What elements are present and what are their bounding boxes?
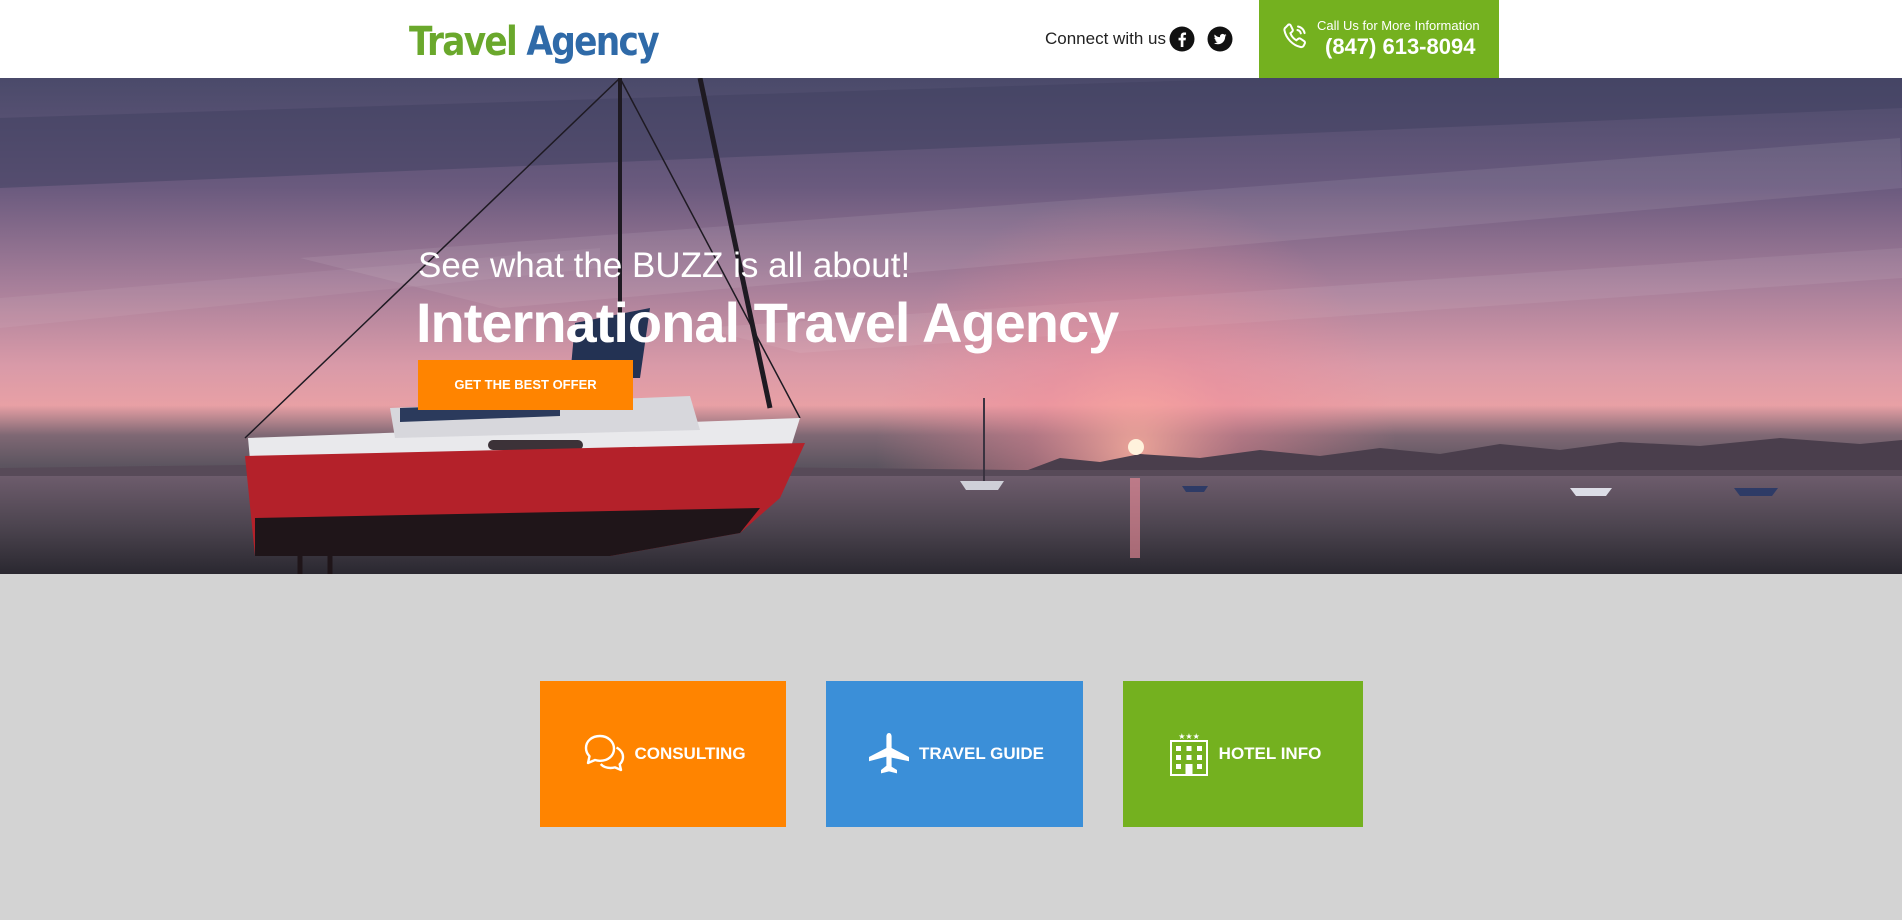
connect-with-us-label: Connect with us bbox=[1045, 29, 1166, 48]
travel-guide-tile[interactable]: TRAVEL GUIDE bbox=[826, 681, 1083, 827]
hero-subtitle: See what the BUZZ is all about! bbox=[418, 246, 911, 285]
call-us-box[interactable]: Call Us for More Information (847) 613-8… bbox=[1259, 0, 1499, 78]
svg-text:★★★: ★★★ bbox=[1178, 732, 1200, 741]
hotel-info-tile[interactable]: ★★★ HOTEL INFO bbox=[1123, 681, 1363, 827]
hotel-building-icon: ★★★ bbox=[1169, 732, 1208, 776]
chat-bubbles-icon bbox=[585, 734, 625, 772]
hotel-info-label: HOTEL INFO bbox=[1218, 744, 1322, 763]
consulting-tile[interactable]: CONSULTING bbox=[540, 681, 786, 827]
logo-word-agency: Agency bbox=[526, 19, 659, 65]
phone-icon bbox=[1283, 23, 1306, 49]
call-us-label: Call Us for More Information bbox=[1317, 18, 1480, 33]
logo-word-travel: Travel bbox=[409, 19, 518, 65]
get-best-offer-button[interactable]: GET THE BEST OFFER bbox=[418, 360, 633, 410]
hero-banner: See what the BUZZ is all about! Internat… bbox=[0, 78, 1902, 574]
logo[interactable]: Travel Agency bbox=[409, 16, 660, 68]
hero-title: International Travel Agency bbox=[416, 291, 1119, 354]
phone-number[interactable]: (847) 613-8094 bbox=[1325, 34, 1475, 60]
facebook-icon[interactable] bbox=[1169, 26, 1195, 52]
travel-guide-label: TRAVEL GUIDE bbox=[919, 744, 1044, 763]
site-header: Travel Agency Connect with us Call Us fo… bbox=[0, 0, 1902, 78]
twitter-icon[interactable] bbox=[1207, 26, 1233, 52]
consulting-label: CONSULTING bbox=[634, 744, 746, 763]
airplane-icon bbox=[869, 733, 909, 774]
